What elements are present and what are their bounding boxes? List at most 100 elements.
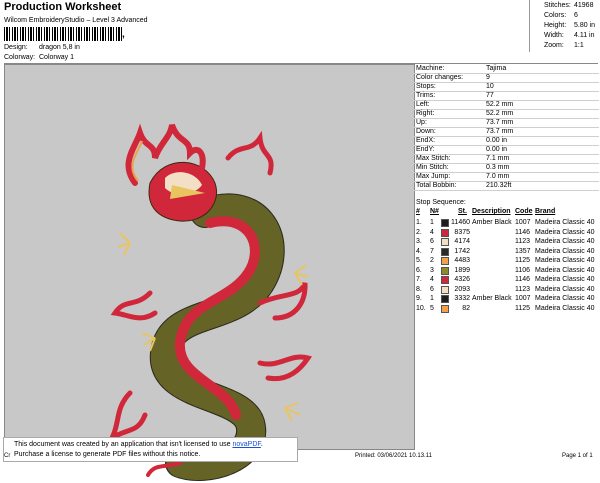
seq-needle: 7: [430, 247, 434, 255]
seq-description: Amber Black: [472, 219, 512, 226]
stop-sequence-row: 7. 4 4326 1146 Madeira Classic 40: [414, 275, 599, 284]
prop-value: 52.2 mm: [486, 110, 514, 117]
prop-value: 0.3 mm: [486, 164, 510, 171]
design-stats: Stitches: 41968 Colors: 6 Height: 5.80 i…: [529, 0, 600, 52]
seq-stitches: 1742: [454, 247, 470, 255]
stop-sequence-row: 2. 4 8375 1146 Madeira Classic 40: [414, 228, 599, 237]
prop-value: 0.00 in: [486, 146, 508, 153]
seq-num: 1.: [416, 219, 422, 226]
license-notice: This document was created by an applicat…: [3, 437, 298, 462]
design-value: dragon 5,8 in: [39, 44, 80, 51]
novapdf-link[interactable]: novaPDF: [232, 441, 260, 448]
seq-code: 1125: [515, 257, 531, 264]
prop-label: EndX:: [416, 137, 436, 144]
dragon-embroidery-image: [110, 123, 312, 481]
prop-label: Color changes:: [416, 74, 464, 81]
footer-cr: Cr: [4, 453, 11, 459]
stop-sequence-row: 5. 2 4483 1125 Madeira Classic 40: [414, 256, 599, 265]
seq-code: 1146: [515, 228, 531, 236]
stat-value: 1:1: [574, 42, 584, 49]
seq-code: 1123: [515, 238, 531, 245]
seq-brand: Madeira Classic 40: [535, 257, 595, 264]
color-swatch: [441, 266, 449, 275]
page-title: Production Worksheet: [4, 1, 122, 13]
stat-label: Stitches:: [544, 2, 571, 9]
col-code: Code: [515, 208, 533, 215]
notice-text: This document was created by an applicat…: [14, 441, 233, 448]
prop-label: Down:: [416, 128, 436, 135]
seq-stitches: 2093: [454, 285, 470, 293]
seq-needle: 4: [430, 228, 434, 236]
design-preview: [4, 64, 415, 481]
stat-label: Colors:: [544, 12, 567, 19]
barcode-suffix: ,: [122, 29, 125, 40]
seq-brand: Madeira Classic 40: [535, 266, 595, 274]
seq-code: 1146: [515, 276, 531, 283]
stop-sequence-label: Stop Sequence:: [416, 199, 466, 206]
color-swatch: [441, 295, 449, 303]
seq-num: 10.: [416, 304, 426, 312]
seq-needle: 5: [430, 304, 434, 312]
seq-code: 1123: [515, 285, 531, 293]
prop-value: 9: [486, 74, 490, 81]
col-description: Description: [472, 208, 511, 215]
prop-value: 7.1 mm: [486, 155, 510, 162]
software-subtitle: Wilcom EmbroideryStudio – Level 3 Advanc…: [4, 17, 148, 24]
design-label: Design:: [4, 44, 28, 51]
color-swatch: [441, 285, 449, 294]
stop-sequence-row: 1. 1 11460 Amber Black 1007 Madeira Classic 4…: [414, 218, 599, 227]
seq-needle: 3: [430, 266, 434, 274]
prop-label: Right:: [416, 110, 435, 117]
color-swatch: [441, 219, 449, 227]
seq-code: 1357: [515, 247, 531, 255]
stat-label: Width:: [544, 32, 564, 39]
page-number: Page 1 of 1: [562, 453, 593, 459]
stop-sequence-row: 6. 3 1899 1106 Madeira Classic 40: [414, 266, 599, 275]
seq-brand: Madeira Classic 40: [535, 238, 595, 245]
stat-zoom: Zoom: 1:1: [544, 42, 600, 52]
color-swatch: [441, 304, 449, 313]
seq-stitches: 11460: [451, 219, 470, 226]
color-swatch: [441, 247, 449, 256]
col-num: #: [416, 208, 420, 215]
seq-code: 1106: [515, 266, 531, 274]
prop-label: EndY:: [416, 146, 435, 153]
stop-sequence-row: 4. 7 1742 1357 Madeira Classic 40: [414, 247, 599, 256]
stop-sequence-row: 9. 1 3332 Amber Black 1007 Madeira Classic 40: [414, 294, 599, 303]
stat-value: 6: [574, 12, 578, 19]
seq-num: 2.: [416, 228, 422, 236]
seq-code: 1125: [515, 304, 531, 312]
prop-value: 73.7 mm: [486, 128, 514, 135]
seq-num: 6.: [416, 266, 422, 274]
prop-label: Stops:: [416, 83, 436, 90]
stat-colors: Colors: 6: [544, 12, 600, 22]
notice-text-end: .: [260, 441, 263, 448]
stat-label: Height:: [544, 22, 567, 29]
seq-brand: Madeira Classic 40: [535, 295, 595, 302]
seq-brand: Madeira Classic 40: [535, 247, 595, 255]
seq-stitches: 4174: [454, 238, 470, 245]
stat-stitches: Stitches: 41968: [544, 2, 600, 12]
prop-label: Trims:: [416, 92, 436, 99]
seq-brand: Madeira Classic 40: [535, 276, 595, 283]
seq-num: 5.: [416, 257, 422, 264]
seq-stitches: 3332: [454, 295, 470, 302]
stat-label: Zoom:: [544, 42, 564, 49]
seq-stitches: 82: [462, 304, 470, 312]
seq-brand: Madeira Classic 40: [535, 304, 595, 312]
prop-value: Tajima: [486, 65, 507, 72]
color-swatch: [441, 228, 449, 237]
stat-width: Width: 4.11 in: [544, 32, 600, 42]
colorway-label: Colorway:: [4, 54, 36, 61]
seq-num: 8.: [416, 285, 422, 293]
seq-stitches: 8375: [454, 228, 470, 236]
prop-total-bobbin: Total Bobbin: 210.32ft: [414, 181, 599, 191]
color-swatch: [441, 238, 449, 246]
seq-num: 4.: [416, 247, 422, 255]
col-brand: Brand: [535, 208, 556, 215]
prop-label: Total Bobbin:: [416, 182, 457, 189]
seq-needle: 4: [430, 276, 434, 283]
stat-height: Height: 5.80 in: [544, 22, 600, 32]
prop-label: Max Jump:: [416, 173, 451, 180]
color-swatch: [441, 276, 449, 284]
